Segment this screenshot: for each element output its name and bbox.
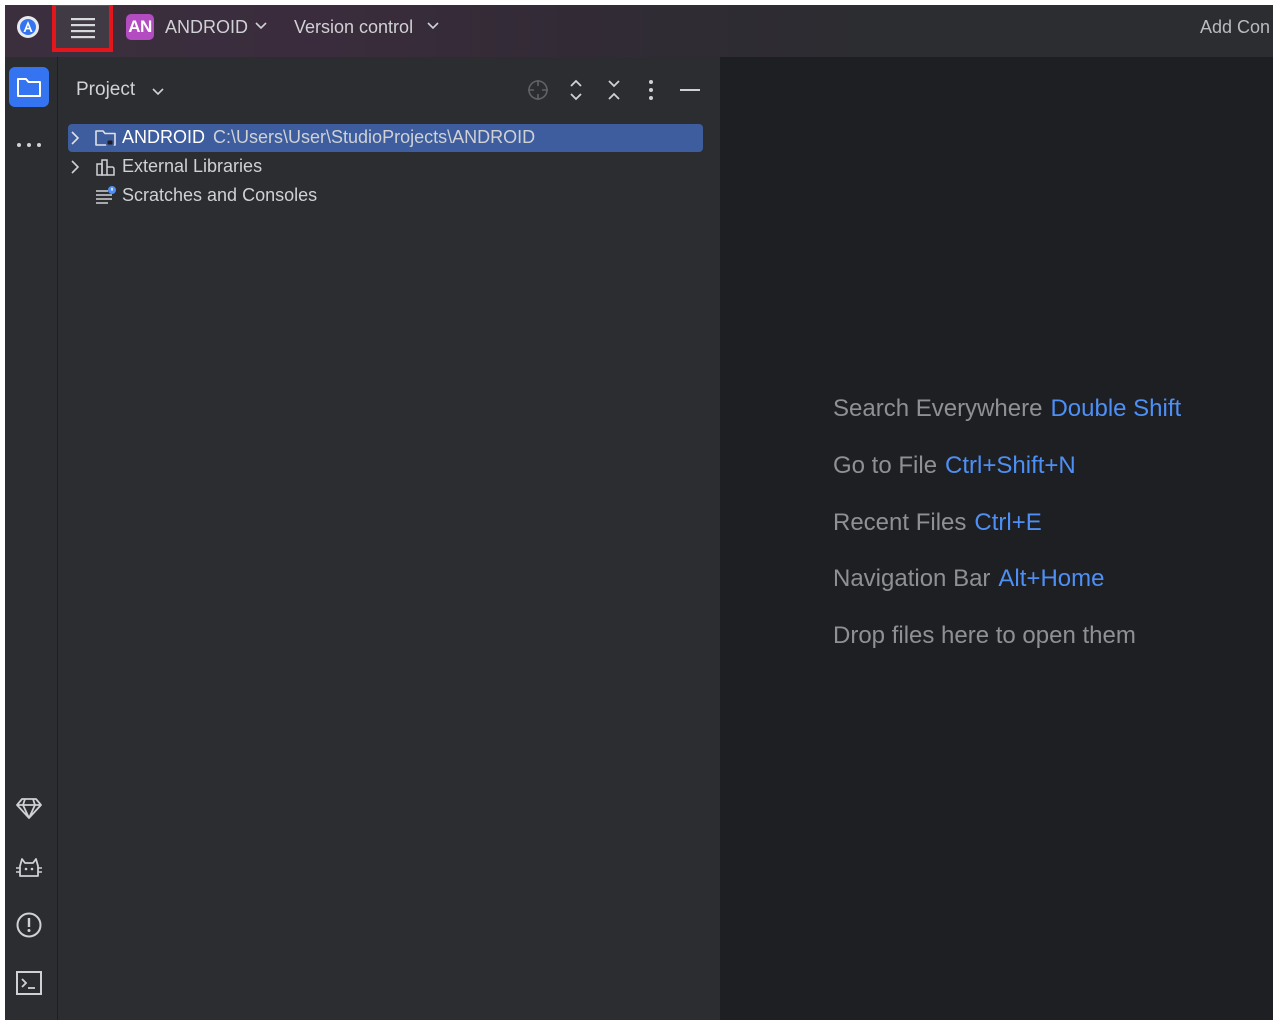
android-studio-logo-icon[interactable] xyxy=(17,16,39,38)
add-configuration-button[interactable]: Add Con xyxy=(1200,16,1270,38)
tree-item-path: C:\Users\User\StudioProjects\ANDROID xyxy=(213,127,536,147)
chevron-right-icon[interactable] xyxy=(70,131,80,145)
ide-window: AN ANDROID Version control Add Con Proje… xyxy=(5,5,1273,1020)
project-badge[interactable]: AN xyxy=(126,14,154,40)
collapse-icon xyxy=(608,80,620,100)
options-button[interactable] xyxy=(638,77,664,103)
hint-shortcut: Double Shift xyxy=(1050,395,1182,422)
cat-icon xyxy=(16,858,42,877)
hint-drop-files: Drop files here to open them xyxy=(833,622,1136,650)
collapse-all-button[interactable] xyxy=(601,77,627,103)
hint-go-to-file: Go to File Ctrl+Shift+N xyxy=(833,452,1076,480)
diamond-icon xyxy=(16,798,42,819)
left-tool-stripe xyxy=(5,57,58,1020)
warning-circle-icon xyxy=(16,912,42,938)
tree-item-label: Scratches and Consoles xyxy=(122,185,318,205)
hint-shortcut: Ctrl+E xyxy=(974,509,1042,536)
more-horizontal-icon xyxy=(17,143,41,147)
tree-item-scratches[interactable]: Scratches and Consoles xyxy=(68,182,703,210)
hint-search-everywhere: Search Everywhere Double Shift xyxy=(833,395,1181,423)
chevron-right-icon[interactable] xyxy=(70,160,80,174)
tree-item-label: ANDROID xyxy=(122,127,206,147)
main-menu-button[interactable] xyxy=(52,5,113,52)
tree-item-label: External Libraries xyxy=(122,156,263,176)
scratches-icon xyxy=(96,186,116,204)
terminal-button[interactable] xyxy=(9,963,49,1003)
app-inspection-button[interactable] xyxy=(9,847,49,887)
folder-icon xyxy=(17,78,41,97)
module-folder-icon xyxy=(95,130,116,146)
library-icon xyxy=(96,159,115,176)
terminal-icon xyxy=(16,971,42,995)
hint-label: Drop files here to open them xyxy=(833,622,1136,649)
hamburger-menu-icon xyxy=(70,18,95,39)
hint-navigation-bar: Navigation Bar Alt+Home xyxy=(833,565,1104,593)
project-selector[interactable]: ANDROID xyxy=(165,16,248,38)
expand-all-button[interactable] xyxy=(563,77,589,103)
hint-shortcut: Alt+Home xyxy=(998,565,1105,592)
locate-button[interactable] xyxy=(525,77,551,103)
editor-empty-state: Search Everywhere Double Shift Go to File… xyxy=(720,57,1273,1020)
chevron-down-icon[interactable] xyxy=(427,21,439,31)
version-control-selector[interactable]: Version control xyxy=(294,16,413,38)
chevron-down-icon[interactable] xyxy=(152,87,164,97)
hint-label: Navigation Bar xyxy=(833,565,991,592)
gemini-button[interactable] xyxy=(9,788,49,828)
minimize-icon xyxy=(680,89,700,91)
project-tool-button[interactable] xyxy=(9,67,49,107)
tree-item-android[interactable]: ANDROID C:\Users\User\StudioProjects\ANDR… xyxy=(68,124,703,152)
crosshair-icon xyxy=(528,80,548,100)
project-view-selector[interactable]: Project xyxy=(76,79,135,101)
project-panel: Project ANDROID C:\Users\User\StudioProj… xyxy=(58,57,720,1020)
hint-shortcut: Ctrl+Shift+N xyxy=(945,452,1076,479)
hint-label: Recent Files xyxy=(833,509,967,536)
chevron-down-icon[interactable] xyxy=(255,21,267,31)
hint-label: Search Everywhere xyxy=(833,395,1043,422)
more-vertical-icon xyxy=(649,80,653,100)
expand-icon xyxy=(570,79,582,101)
title-bar: AN ANDROID Version control Add Con xyxy=(5,5,1273,58)
more-tools-button[interactable] xyxy=(9,125,49,165)
problems-button[interactable] xyxy=(9,905,49,945)
hint-label: Go to File xyxy=(833,452,938,479)
hint-recent-files: Recent Files Ctrl+E xyxy=(833,509,1042,537)
hide-panel-button[interactable] xyxy=(677,77,703,103)
tree-item-external-libraries[interactable]: External Libraries xyxy=(68,153,703,181)
